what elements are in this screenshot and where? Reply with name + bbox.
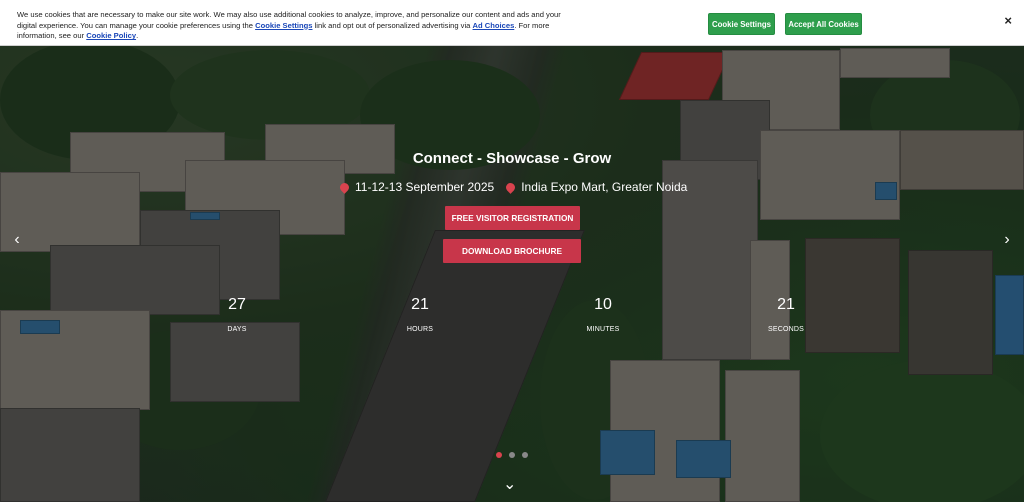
cookie-settings-button[interactable]: Cookie Settings [708, 13, 775, 35]
event-details: 11-12-13 September 2025 India Expo Mart,… [338, 180, 688, 194]
countdown-hours-label: HOURS [406, 326, 434, 333]
countdown-hours: 21 HOURS [390, 296, 450, 333]
slider-prev-arrow-icon[interactable]: ‹ [3, 229, 31, 251]
calendar-icon [338, 180, 351, 194]
slider-dot-1[interactable] [496, 452, 502, 458]
slider-dot-3[interactable] [522, 452, 528, 458]
slider-dots [496, 452, 528, 458]
event-venue: India Expo Mart, Greater Noida [521, 180, 688, 194]
chevron-down-icon[interactable]: ⌄ [503, 474, 516, 494]
free-visitor-registration-button[interactable]: FREE VISITOR REGISTRATION [445, 206, 580, 230]
hero-headline: Connect - Showcase - Grow [412, 150, 612, 167]
ad-choices-link[interactable]: Ad Choices [473, 21, 515, 30]
countdown-minutes-value: 10 [594, 296, 612, 313]
cookie-message: We use cookies that are necessary to mak… [17, 10, 577, 42]
countdown-days: 27 DAYS [207, 296, 267, 333]
cookie-policy-link[interactable]: Cookie Policy [86, 31, 136, 40]
countdown-minutes-label: MINUTES [586, 326, 620, 333]
cookie-settings-link[interactable]: Cookie Settings [255, 21, 312, 30]
close-icon[interactable]: × [1004, 13, 1012, 28]
countdown-seconds-value: 21 [777, 296, 795, 313]
accept-all-cookies-button[interactable]: Accept All Cookies [785, 13, 862, 35]
cookie-text-part2: link and opt out of personalized adverti… [314, 20, 471, 30]
location-pin-icon [504, 180, 518, 194]
download-brochure-button[interactable]: DOWNLOAD BROCHURE [443, 239, 581, 263]
slider-next-arrow-icon[interactable]: › [993, 229, 1021, 251]
countdown-days-value: 27 [228, 296, 246, 313]
event-dates: 11-12-13 September 2025 [355, 180, 495, 194]
slider-dot-2[interactable] [509, 452, 515, 458]
cookie-banner: We use cookies that are necessary to mak… [0, 0, 1024, 46]
cookie-text-part4: . [136, 31, 139, 41]
countdown-days-label: DAYS [227, 326, 247, 333]
countdown-seconds: 21 SECONDS [756, 296, 816, 333]
countdown-minutes: 10 MINUTES [573, 296, 633, 333]
countdown-seconds-label: SECONDS [767, 326, 805, 333]
countdown-hours-value: 21 [411, 296, 429, 313]
